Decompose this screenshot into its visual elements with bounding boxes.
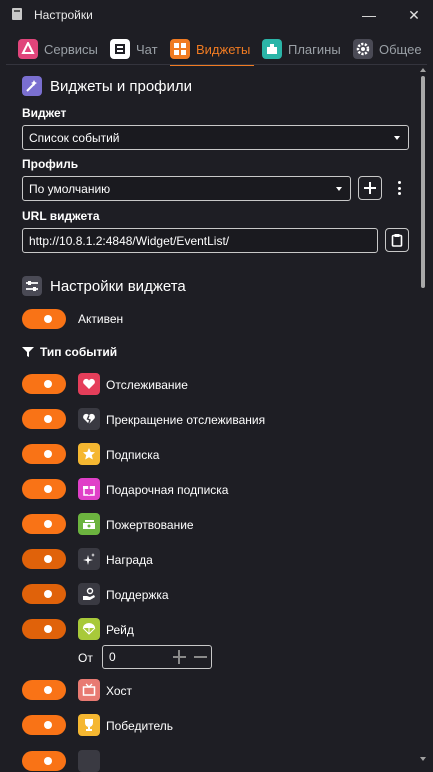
tv-icon xyxy=(78,679,100,701)
tab-label: Сервисы xyxy=(44,41,98,57)
tab-bar: Сервисы Чат Виджеты Плагины Общее xyxy=(0,30,433,66)
tab-widgets[interactable]: Виджеты xyxy=(170,36,255,66)
money-icon xyxy=(78,513,100,535)
event-label: Подарочная подписка xyxy=(106,483,229,497)
event-types-header: Тип событий xyxy=(22,345,117,359)
clipboard-icon xyxy=(391,234,403,247)
section-widgets-profiles: Виджеты и профили xyxy=(22,76,192,96)
profile-select[interactable]: По умолчанию xyxy=(22,176,351,201)
parachute-icon xyxy=(78,618,100,640)
widgets-icon xyxy=(170,39,190,59)
event-label: Победитель xyxy=(106,719,174,733)
plugins-icon xyxy=(262,39,282,59)
filter-icon xyxy=(22,347,34,357)
tab-services[interactable]: Сервисы xyxy=(18,36,98,62)
tab-label: Общее xyxy=(379,41,422,57)
event-label: Поддержка xyxy=(106,588,169,602)
widget-select[interactable]: Список событий xyxy=(22,125,409,150)
raid-from-value: 0 xyxy=(109,650,116,664)
section-title: Настройки виджета xyxy=(50,277,186,295)
decrement-icon[interactable] xyxy=(193,650,207,664)
event-label: Отслеживание xyxy=(106,378,188,392)
event-label: Подписка xyxy=(106,448,160,462)
add-profile-button[interactable] xyxy=(358,176,382,200)
minimize-button[interactable]: — xyxy=(359,5,379,25)
active-toggle[interactable] xyxy=(22,309,66,329)
broken-heart-icon xyxy=(78,408,100,430)
raid-from-input[interactable]: 0 xyxy=(102,645,212,669)
event-label: Прекращение отслеживания xyxy=(106,413,266,427)
chevron-down-icon xyxy=(336,187,342,191)
event-toggle-gift-sub[interactable] xyxy=(22,479,66,499)
tab-general[interactable]: Общее xyxy=(353,36,422,62)
sparkle-icon xyxy=(78,548,100,570)
event-toggle-raid[interactable] xyxy=(22,619,66,639)
sliders-icon xyxy=(22,276,42,296)
event-toggle-next[interactable] xyxy=(22,751,66,771)
tabs-divider xyxy=(6,64,427,65)
support-icon xyxy=(78,583,100,605)
tab-chat[interactable]: Чат xyxy=(110,36,158,62)
gift-icon xyxy=(78,478,100,500)
app-icon xyxy=(12,8,22,20)
event-toggle-donation[interactable] xyxy=(22,514,66,534)
increment-icon[interactable] xyxy=(172,650,186,664)
section-widget-settings: Настройки виджета xyxy=(22,276,186,296)
star-icon xyxy=(78,443,100,465)
heart-icon xyxy=(78,373,100,395)
chevron-down-icon xyxy=(394,136,400,140)
tab-plugins[interactable]: Плагины xyxy=(262,36,341,62)
url-label: URL виджета xyxy=(22,209,100,223)
title-bar: Настройки — ✕ xyxy=(0,0,433,30)
event-label: Пожертвование xyxy=(106,518,194,532)
scrollbar-thumb[interactable] xyxy=(421,76,425,288)
close-button[interactable]: ✕ xyxy=(404,5,424,25)
widget-label: Виджет xyxy=(22,106,67,120)
trophy-icon xyxy=(78,714,100,736)
copy-url-button[interactable] xyxy=(385,228,409,252)
more-options-icon[interactable] xyxy=(395,178,403,198)
profile-select-value: По умолчанию xyxy=(29,181,111,196)
event-label: Рейд xyxy=(106,623,134,637)
next-event-icon xyxy=(78,750,100,772)
event-toggle-host[interactable] xyxy=(22,680,66,700)
event-label: Хост xyxy=(106,684,133,698)
event-toggle-follow[interactable] xyxy=(22,374,66,394)
widgets-profiles-icon xyxy=(22,76,42,96)
active-label: Активен xyxy=(78,312,124,326)
event-toggle-reward[interactable] xyxy=(22,549,66,569)
event-toggle-winner[interactable] xyxy=(22,715,66,735)
tab-label: Чат xyxy=(136,41,158,57)
chat-icon xyxy=(110,39,130,59)
widget-select-value: Список событий xyxy=(29,130,120,145)
tab-label: Плагины xyxy=(288,41,341,57)
raid-from-label: От xyxy=(78,651,93,665)
section-title: Виджеты и профили xyxy=(50,77,193,95)
event-types-label: Тип событий xyxy=(40,345,118,359)
window-title: Настройки xyxy=(34,8,93,22)
event-toggle-support[interactable] xyxy=(22,584,66,604)
plus-icon xyxy=(364,182,376,194)
scroll-up-icon[interactable] xyxy=(420,68,426,72)
services-icon xyxy=(18,39,38,59)
url-field[interactable]: http://10.8.1.2:4848/Widget/EventList/ xyxy=(22,228,378,253)
scroll-down-icon[interactable] xyxy=(420,757,426,761)
gear-icon xyxy=(353,39,373,59)
event-toggle-unfollow[interactable] xyxy=(22,409,66,429)
event-label: Награда xyxy=(106,553,153,567)
tab-label: Виджеты xyxy=(196,41,251,57)
url-value: http://10.8.1.2:4848/Widget/EventList/ xyxy=(29,233,230,248)
profile-label: Профиль xyxy=(22,157,79,171)
event-toggle-subscription[interactable] xyxy=(22,444,66,464)
